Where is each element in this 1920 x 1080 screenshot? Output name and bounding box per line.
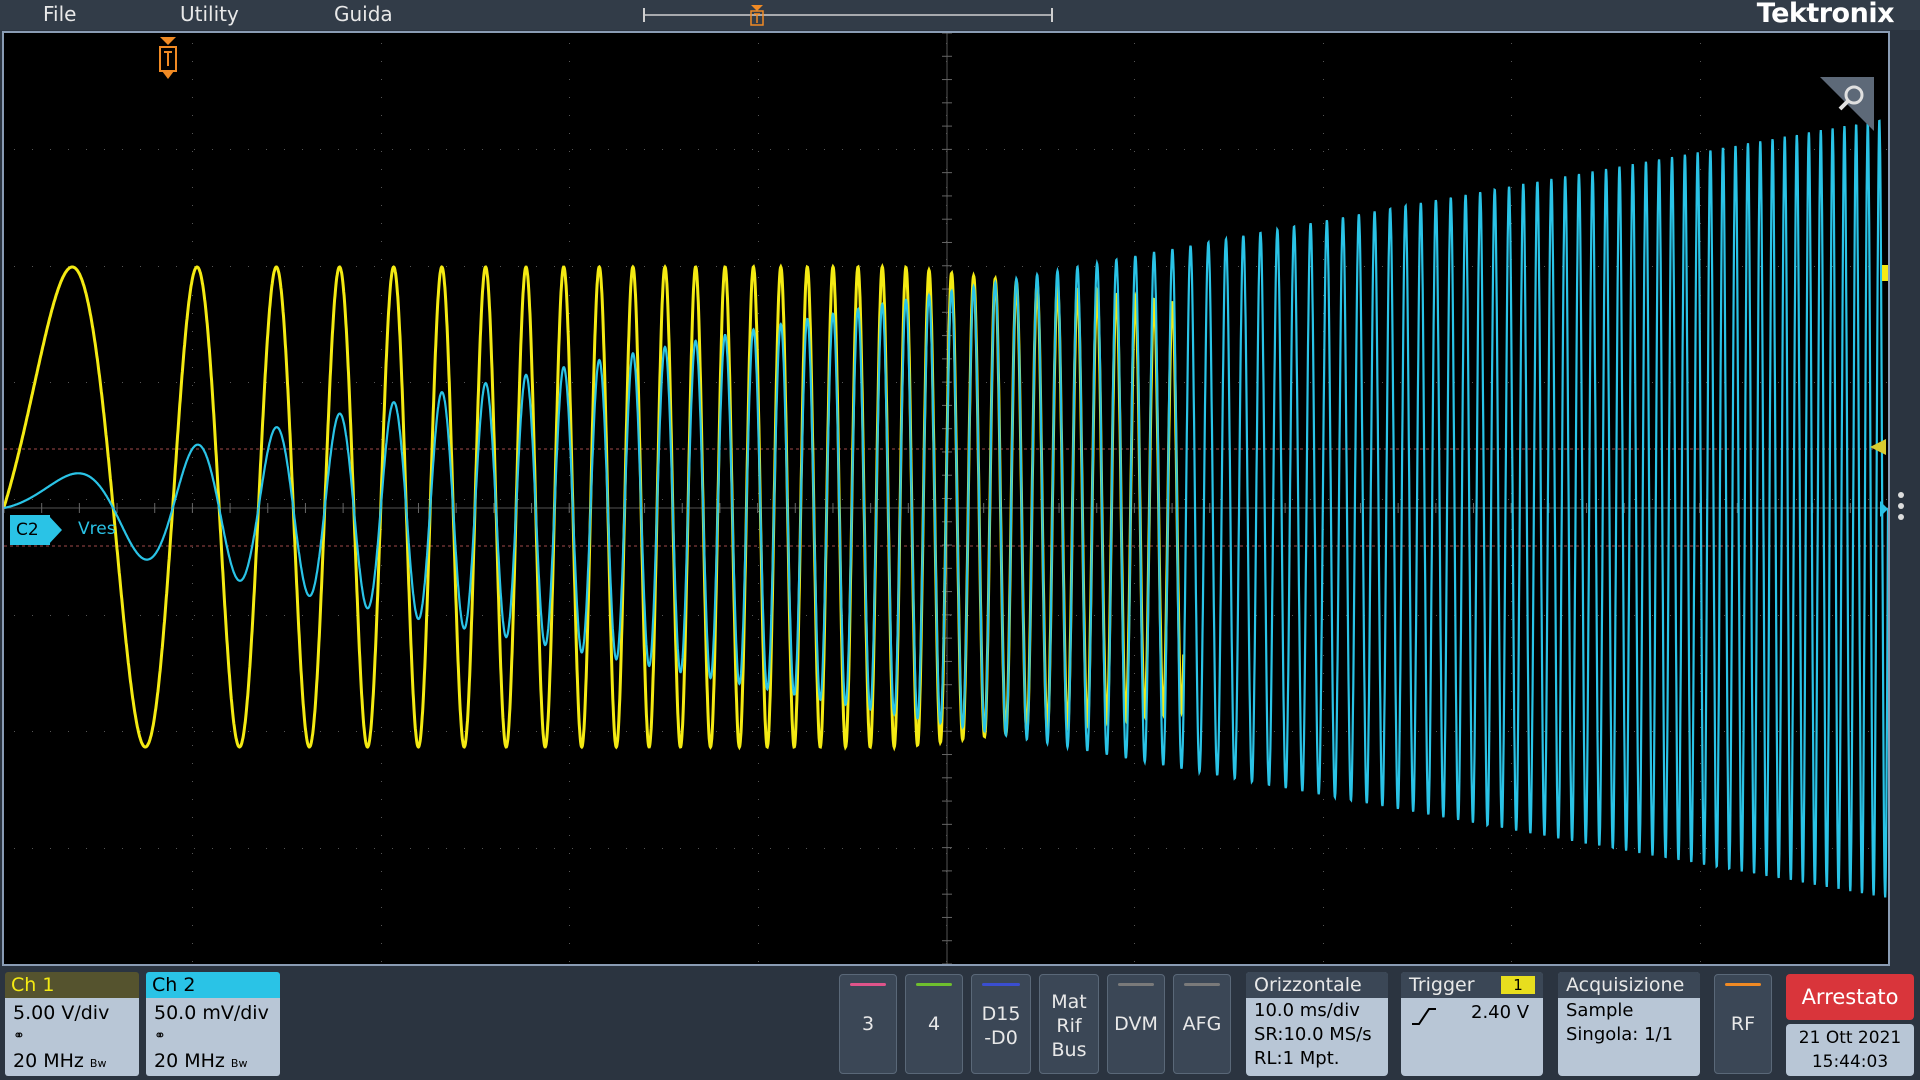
acquisition-title: Acquisizione [1558, 972, 1700, 998]
single-count: Singola: 1/1 [1566, 1024, 1674, 1045]
add-ch3-button[interactable]: 3 [839, 974, 897, 1074]
ch1-offscreen-marker [1882, 265, 1888, 281]
ch2-scale: 50.0 mV/div [154, 1002, 269, 1024]
ch1-waveform [4, 263, 1186, 752]
trigger-position-icon [159, 37, 177, 79]
ch2-badge[interactable]: Ch 2 50.0 mV/div ⚭ 20 MHz Bw [146, 972, 280, 1076]
probe-icon: ⚭ [154, 1028, 166, 1044]
ch1-badge[interactable]: Ch 1 5.00 V/div ⚭ 20 MHz Bw [5, 972, 139, 1076]
trigger-panel[interactable]: Trigger 1 2.40 V [1401, 972, 1543, 1076]
ch2-bandwidth: 20 MHz [154, 1050, 225, 1072]
acquisition-panel[interactable]: Acquisizione Sample Singola: 1/1 [1558, 972, 1700, 1076]
waveform-canvas [4, 33, 1888, 964]
trigger-level: 2.40 V [1471, 1002, 1530, 1023]
menu-help[interactable]: Guida [334, 2, 393, 26]
menu-utility[interactable]: Utility [180, 2, 239, 26]
c2-ground-marker[interactable]: C2 [10, 515, 62, 545]
more-options-icon[interactable] [1898, 492, 1908, 526]
add-math-ref-bus-button[interactable]: Mat Rif Bus [1039, 974, 1099, 1074]
horizontal-scale: 10.0 ms/div [1254, 1000, 1360, 1021]
horizontal-title: Orizzontale [1246, 972, 1388, 998]
add-ch4-button[interactable]: 4 [905, 974, 963, 1074]
zoom-magnifier-icon[interactable] [1820, 77, 1874, 131]
c2-marker-arrow [48, 515, 62, 545]
date: 21 Ott 2021 [1798, 1028, 1902, 1048]
ch2-waveform [4, 119, 1888, 898]
ch2-title: Ch 2 [146, 972, 280, 998]
record-view-bar[interactable] [640, 2, 1060, 28]
probe-icon: ⚭ [13, 1028, 25, 1044]
trigger-level-icon [1870, 439, 1886, 455]
ch1-scale: 5.00 V/div [13, 1002, 110, 1024]
waveform-display[interactable]: C2 Vres [2, 31, 1890, 966]
rising-edge-icon [1412, 1008, 1436, 1025]
ch1-title: Ch 1 [5, 972, 139, 998]
ch1-bandwidth: 20 MHz [13, 1050, 84, 1072]
rf-button[interactable]: RF [1714, 974, 1772, 1074]
dvm-button[interactable]: DVM [1107, 974, 1165, 1074]
ch2-right-marker [1880, 501, 1888, 517]
ch2-bandwidth-suffix: Bw [230, 1057, 248, 1070]
run-stop-button[interactable]: Arrestato [1786, 974, 1914, 1020]
add-digital-button[interactable]: D15 -D0 [971, 974, 1031, 1074]
horizontal-panel[interactable]: Orizzontale 10.0 ms/div SR:10.0 MS/s RL:… [1246, 972, 1388, 1076]
tektronix-logo: Tektronix [1756, 0, 1895, 29]
c2-marker-label: C2 [10, 515, 50, 545]
acquisition-mode: Sample [1566, 1000, 1634, 1021]
afg-button[interactable]: AFG [1173, 974, 1231, 1074]
ch1-bandwidth-suffix: Bw [89, 1057, 107, 1070]
trigger-source: 1 [1501, 976, 1535, 994]
date-time-display: 21 Ott 2021 15:44:03 [1786, 1024, 1914, 1076]
menu-bar: File Utility Guida Tektronix [0, 0, 1920, 30]
c2-trace-name: Vres [78, 519, 116, 539]
record-length: RL:1 Mpt. [1254, 1048, 1340, 1069]
menu-file[interactable]: File [43, 2, 76, 26]
sample-rate: SR:10.0 MS/s [1254, 1024, 1372, 1045]
time: 15:44:03 [1811, 1052, 1889, 1072]
